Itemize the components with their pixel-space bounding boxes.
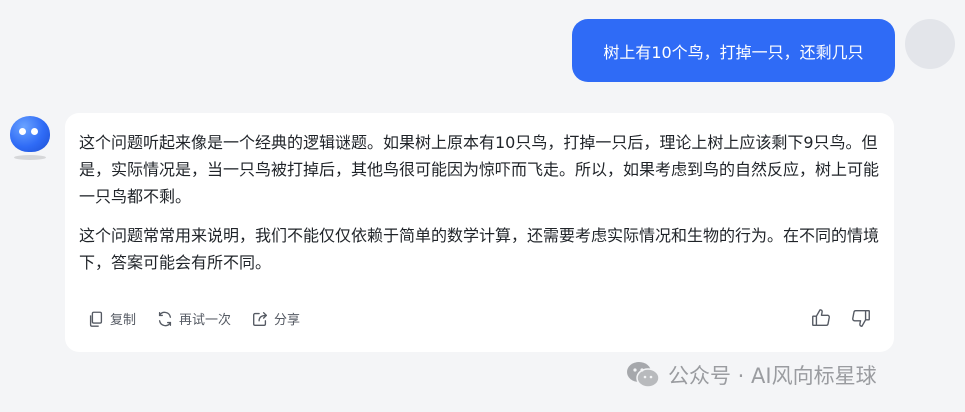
bot-paragraph: 这个问题常常用来说明，我们不能仅仅依赖于简单的数学计算，还需要考虑实际情况和生物…	[79, 226, 880, 272]
bot-paragraph: 这个问题听起来像是一个经典的逻辑谜题。如果树上原本有10只鸟，打掉一只后，理论上…	[79, 133, 880, 206]
thumbs-up-icon[interactable]	[810, 307, 832, 329]
bot-avatar-shadow	[14, 155, 46, 160]
feedback-buttons	[810, 307, 872, 329]
thumbs-down-icon[interactable]	[850, 307, 872, 329]
watermark-text: 公众号 · AI风向标星球	[668, 364, 877, 388]
copy-icon	[89, 311, 103, 327]
bot-message-text: 这个问题听起来像是一个经典的逻辑谜题。如果树上原本有10只鸟，打掉一只后，理论上…	[79, 129, 880, 276]
user-message-text: 树上有10个鸟，打掉一只，还剩几只	[603, 42, 864, 62]
user-avatar	[905, 19, 955, 69]
watermark: 公众号 · AI风向标星球	[626, 360, 877, 390]
user-message-bubble: 树上有10个鸟，打掉一只，还剩几只	[572, 19, 895, 82]
share-label: 分享	[274, 313, 301, 328]
message-actions: 复制 再试一次 分享	[87, 309, 300, 328]
retry-button[interactable]: 再试一次	[156, 309, 231, 328]
retry-label: 再试一次	[179, 313, 232, 328]
bot-avatar-right-eye	[31, 128, 38, 135]
copy-label: 复制	[110, 313, 137, 328]
bot-avatar-left-eye	[19, 128, 26, 135]
bot-message-card: 这个问题听起来像是一个经典的逻辑谜题。如果树上原本有10只鸟，打掉一只后，理论上…	[65, 113, 894, 352]
refresh-icon	[158, 311, 172, 326]
share-icon	[253, 311, 268, 326]
bot-avatar	[8, 114, 52, 160]
bot-avatar-face	[10, 116, 50, 152]
share-button[interactable]: 分享	[251, 309, 300, 328]
wechat-icon	[627, 362, 660, 388]
copy-button[interactable]: 复制	[87, 309, 136, 328]
